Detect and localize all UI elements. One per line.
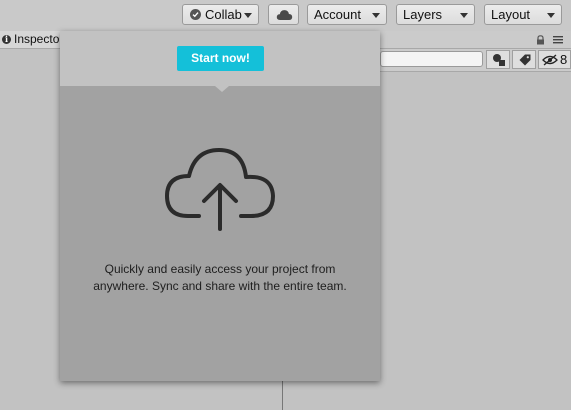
cloud-icon xyxy=(276,10,293,20)
collab-dropdown[interactable]: Collab xyxy=(182,4,259,25)
shapes-icon xyxy=(493,54,505,66)
menu-icon[interactable] xyxy=(553,35,563,44)
popup-header: Start now! xyxy=(60,31,380,86)
popup-pointer xyxy=(215,86,229,92)
panel-divider xyxy=(282,380,283,410)
chevron-down-icon xyxy=(372,13,380,18)
popup-message: Quickly and easily access your project f… xyxy=(70,261,370,295)
inspector-tab-label: Inspector xyxy=(14,32,60,46)
hidden-objects-toggle[interactable]: 8 xyxy=(538,50,571,69)
eye-hidden-icon xyxy=(542,54,558,66)
layout-label: Layout xyxy=(491,7,531,22)
chevron-down-icon xyxy=(244,13,252,18)
collab-popup: Start now! Quickly and easily access you… xyxy=(60,31,380,381)
check-icon xyxy=(190,9,201,20)
upload-cloud-icon xyxy=(165,148,275,231)
collab-label: Collab xyxy=(205,7,242,22)
tab-inspector[interactable]: i Inspector xyxy=(0,31,60,48)
layers-dropdown[interactable]: Layers xyxy=(396,4,475,25)
start-now-button[interactable]: Start now! xyxy=(177,46,264,71)
chevron-down-icon xyxy=(547,13,555,18)
tag-filter-button[interactable] xyxy=(512,50,536,69)
account-label: Account xyxy=(314,7,361,22)
lock-icon[interactable] xyxy=(536,35,545,45)
chevron-down-icon xyxy=(460,13,468,18)
layout-dropdown[interactable]: Layout xyxy=(484,4,562,25)
layers-label: Layers xyxy=(403,7,443,22)
inspector-search-row: 8 xyxy=(380,49,571,72)
tag-icon xyxy=(519,54,531,66)
popup-message-line1: Quickly and easily access your project f… xyxy=(104,262,336,276)
popup-message-line2: anywhere. Sync and share with the entire… xyxy=(93,279,347,293)
hidden-count: 8 xyxy=(560,52,568,67)
scene-filter-button[interactable] xyxy=(486,50,510,69)
search-input[interactable] xyxy=(380,51,483,67)
info-icon: i xyxy=(2,35,11,44)
main-toolbar: Collab Account Layers Layout xyxy=(0,0,571,32)
account-dropdown[interactable]: Account xyxy=(307,4,387,25)
cloud-button[interactable] xyxy=(268,4,299,25)
